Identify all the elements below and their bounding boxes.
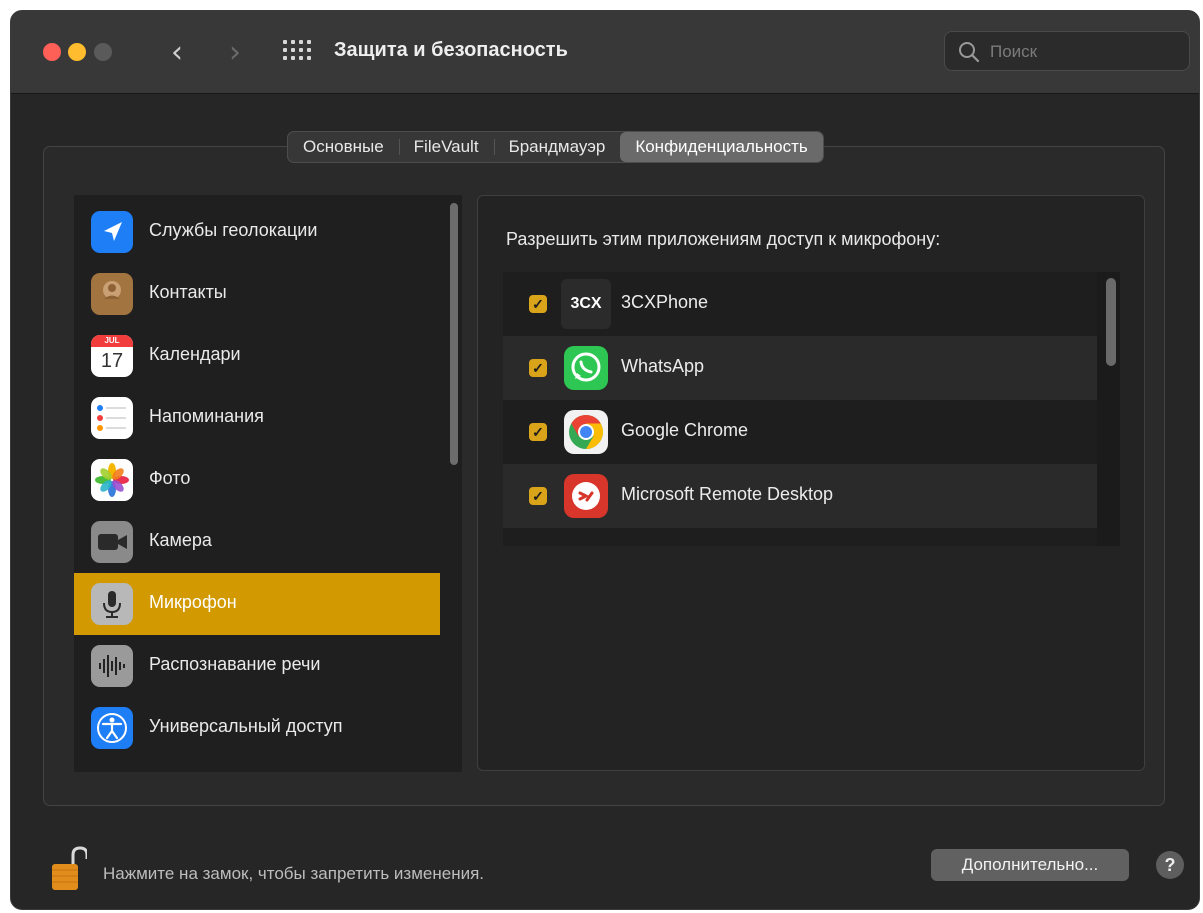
whatsapp-icon bbox=[561, 343, 611, 393]
search-field[interactable]: Поиск bbox=[944, 31, 1190, 71]
sidebar-item-label: Службы геолокации bbox=[149, 220, 318, 240]
system-preferences-window: ‹ › Защита и безопасность Поиск Основные… bbox=[10, 10, 1200, 910]
tab-filevault[interactable]: FileVault bbox=[398, 132, 494, 162]
sidebar-item-contacts[interactable]: Контакты bbox=[74, 263, 440, 325]
3cx-icon: 3CX bbox=[561, 279, 611, 329]
photos-icon bbox=[91, 459, 133, 501]
app-permission-list[interactable]: ✓ 3CX 3CXPhone ✓ WhatsApp ✓ Google Chrom… bbox=[503, 272, 1120, 546]
sidebar-item-calendars[interactable]: JUL 17 Календари bbox=[74, 325, 440, 387]
sidebar-item-label: Микрофон bbox=[149, 592, 237, 612]
chrome-icon bbox=[561, 407, 611, 457]
sidebar-item-microphone[interactable]: Микрофон bbox=[74, 573, 440, 635]
lock-status-text: Нажмите на замок, чтобы запретить измене… bbox=[103, 864, 485, 883]
app-row-whatsapp[interactable]: ✓ WhatsApp bbox=[503, 336, 1097, 400]
search-icon bbox=[959, 42, 980, 63]
tab-privacy[interactable]: Конфиденциальность bbox=[620, 132, 823, 162]
tab-general[interactable]: Основные bbox=[288, 132, 399, 162]
sidebar-item-speech-recognition[interactable]: Распознавание речи bbox=[74, 635, 440, 697]
tab-bar: Основные FileVault Брандмауэр Конфиденци… bbox=[287, 131, 824, 163]
calendar-icon-month: JUL bbox=[91, 335, 133, 347]
unlocked-padlock-icon[interactable] bbox=[51, 846, 89, 892]
privacy-category-list[interactable]: Службы геолокации Контакты JUL 17 Календ… bbox=[74, 195, 462, 772]
sidebar-item-label: Фото bbox=[149, 468, 191, 488]
forward-arrow-icon[interactable]: › bbox=[229, 35, 241, 70]
calendar-icon-day: 17 bbox=[100, 350, 124, 372]
sidebar-item-label: Контакты bbox=[149, 282, 227, 302]
app-row-google-chrome[interactable]: ✓ Google Chrome bbox=[503, 400, 1097, 464]
app-list-scrollbar[interactable] bbox=[1106, 278, 1116, 366]
contacts-icon bbox=[91, 273, 133, 315]
app-row-3cxphone[interactable]: ✓ 3CX 3CXPhone bbox=[503, 272, 1097, 336]
app-name: Google Chrome bbox=[621, 420, 749, 440]
calendar-icon: JUL 17 bbox=[91, 335, 133, 377]
minimize-window-button[interactable] bbox=[68, 43, 86, 61]
reminders-icon bbox=[91, 397, 133, 439]
search-placeholder: Поиск bbox=[990, 42, 1038, 61]
sidebar-item-reminders[interactable]: Напоминания bbox=[74, 387, 440, 449]
permission-panel: Разрешить этим приложениям доступ к микр… bbox=[477, 195, 1145, 771]
sidebar-item-label: Распознавание речи bbox=[149, 654, 321, 674]
app-row-partial[interactable] bbox=[503, 528, 1097, 546]
app-name: Microsoft Remote Desktop bbox=[621, 484, 834, 504]
sidebar-scrollbar[interactable] bbox=[450, 203, 458, 465]
app-name: WhatsApp bbox=[621, 356, 705, 376]
sidebar-item-camera[interactable]: Камера bbox=[74, 511, 440, 573]
close-window-button[interactable] bbox=[43, 43, 61, 61]
sidebar-item-accessibility[interactable]: Универсальный доступ bbox=[74, 697, 440, 759]
zoom-window-button[interactable] bbox=[94, 43, 112, 61]
help-button[interactable]: ? bbox=[1156, 851, 1184, 879]
app-checkbox[interactable]: ✓ bbox=[529, 423, 547, 441]
window-title: Защита и безопасность bbox=[334, 39, 568, 61]
permission-heading: Разрешить этим приложениям доступ к микр… bbox=[506, 229, 941, 249]
app-checkbox[interactable]: ✓ bbox=[529, 359, 547, 377]
accessibility-icon bbox=[91, 707, 133, 749]
app-row-microsoft-remote-desktop[interactable]: ✓ Microsoft Remote Desktop bbox=[503, 464, 1097, 528]
app-name: 3CXPhone bbox=[621, 292, 709, 312]
remote-desktop-icon bbox=[561, 471, 611, 521]
microphone-icon bbox=[91, 583, 133, 625]
title-bar: ‹ › Защита и безопасность Поиск bbox=[11, 11, 1199, 94]
advanced-button[interactable]: Дополнительно... bbox=[931, 849, 1129, 881]
location-icon bbox=[91, 211, 133, 253]
sidebar-item-label: Камера bbox=[149, 530, 212, 550]
show-all-grid-icon[interactable] bbox=[283, 40, 313, 64]
sidebar-item-label: Напоминания bbox=[149, 406, 264, 426]
sidebar-item-label: Календари bbox=[149, 344, 241, 364]
speech-recognition-icon bbox=[91, 645, 133, 687]
sidebar-item-label: Универсальный доступ bbox=[149, 716, 343, 736]
back-arrow-icon[interactable]: ‹ bbox=[171, 35, 183, 70]
sidebar-item-photos[interactable]: Фото bbox=[74, 449, 440, 511]
camera-icon bbox=[91, 521, 133, 563]
app-checkbox[interactable]: ✓ bbox=[529, 487, 547, 505]
app-checkbox[interactable]: ✓ bbox=[529, 295, 547, 313]
sidebar-item-location-services[interactable]: Службы геолокации bbox=[74, 201, 440, 263]
tab-firewall[interactable]: Брандмауэр bbox=[493, 132, 621, 162]
